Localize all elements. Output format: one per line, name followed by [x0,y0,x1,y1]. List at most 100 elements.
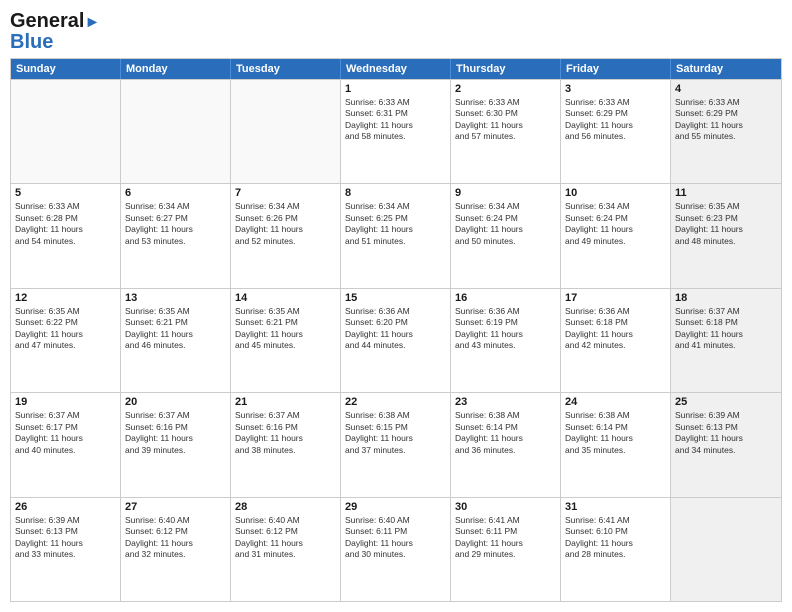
calendar-cell-13: 13 Sunrise: 6:35 AM Sunset: 6:21 PM Dayli… [121,289,231,392]
cell-info: Sunrise: 6:34 AM Sunset: 6:27 PM Dayligh… [125,201,226,247]
calendar-cell-3: 3 Sunrise: 6:33 AM Sunset: 6:29 PM Daylig… [561,80,671,183]
calendar-cell-9: 9 Sunrise: 6:34 AM Sunset: 6:24 PM Daylig… [451,184,561,287]
cell-info: Sunrise: 6:35 AM Sunset: 6:21 PM Dayligh… [235,306,336,352]
calendar-cell-29: 29 Sunrise: 6:40 AM Sunset: 6:11 PM Dayli… [341,498,451,601]
calendar-cell-2: 2 Sunrise: 6:33 AM Sunset: 6:30 PM Daylig… [451,80,561,183]
day-number: 11 [675,187,777,199]
calendar-cell-14: 14 Sunrise: 6:35 AM Sunset: 6:21 PM Dayli… [231,289,341,392]
cell-info: Sunrise: 6:38 AM Sunset: 6:14 PM Dayligh… [565,410,666,456]
calendar-cell-17: 17Sunrise: 6:36 AM Sunset: 6:18 PM Dayli… [561,289,671,392]
calendar-cell-15: 15 Sunrise: 6:36 AM Sunset: 6:20 PM Dayli… [341,289,451,392]
calendar-cell-30: 30 Sunrise: 6:41 AM Sunset: 6:11 PM Dayli… [451,498,561,601]
cell-info: Sunrise: 6:39 AM Sunset: 6:13 PM Dayligh… [675,410,777,456]
cell-info: Sunrise: 6:34 AM Sunset: 6:26 PM Dayligh… [235,201,336,247]
cell-info: Sunrise: 6:37 AM Sunset: 6:18 PM Dayligh… [675,306,777,352]
weekday-header-thursday: Thursday [451,59,561,79]
day-number: 6 [125,187,226,199]
weekday-header-sunday: Sunday [11,59,121,79]
weekday-header-tuesday: Tuesday [231,59,341,79]
day-number: 18 [675,292,777,304]
day-number: 21 [235,396,336,408]
calendar-cell-24: 24Sunrise: 6:38 AM Sunset: 6:14 PM Dayli… [561,393,671,496]
calendar-row-4: 26 Sunrise: 6:39 AM Sunset: 6:13 PM Dayli… [11,497,781,601]
day-number: 14 [235,292,336,304]
day-number: 26 [15,501,116,513]
calendar-cell-16: 16 Sunrise: 6:36 AM Sunset: 6:19 PM Dayli… [451,289,561,392]
logo: General► Blue [10,10,100,52]
calendar-cell-23: 23Sunrise: 6:38 AM Sunset: 6:14 PM Dayli… [451,393,561,496]
weekday-header-friday: Friday [561,59,671,79]
calendar-cell-empty-0-1 [121,80,231,183]
calendar-header: SundayMondayTuesdayWednesdayThursdayFrid… [11,59,781,79]
day-number: 15 [345,292,446,304]
cell-info: Sunrise: 6:34 AM Sunset: 6:24 PM Dayligh… [565,201,666,247]
day-number: 31 [565,501,666,513]
day-number: 17 [565,292,666,304]
day-number: 2 [455,83,556,95]
calendar-cell-10: 10 Sunrise: 6:34 AM Sunset: 6:24 PM Dayli… [561,184,671,287]
calendar-row-1: 5Sunrise: 6:33 AM Sunset: 6:28 PM Daylig… [11,183,781,287]
cell-info: Sunrise: 6:40 AM Sunset: 6:12 PM Dayligh… [125,515,226,561]
logo-blue: Blue [10,32,100,52]
cell-info: Sunrise: 6:41 AM Sunset: 6:10 PM Dayligh… [565,515,666,561]
calendar-cell-6: 6 Sunrise: 6:34 AM Sunset: 6:27 PM Daylig… [121,184,231,287]
cell-info: Sunrise: 6:33 AM Sunset: 6:31 PM Dayligh… [345,97,446,143]
calendar-cell-4: 4Sunrise: 6:33 AM Sunset: 6:29 PM Daylig… [671,80,781,183]
cell-info: Sunrise: 6:34 AM Sunset: 6:24 PM Dayligh… [455,201,556,247]
cell-info: Sunrise: 6:40 AM Sunset: 6:11 PM Dayligh… [345,515,446,561]
cell-info: Sunrise: 6:37 AM Sunset: 6:17 PM Dayligh… [15,410,116,456]
logo-general: General [10,10,84,32]
cell-info: Sunrise: 6:33 AM Sunset: 6:29 PM Dayligh… [565,97,666,143]
cell-info: Sunrise: 6:35 AM Sunset: 6:23 PM Dayligh… [675,201,777,247]
logo-arrow: ► [84,14,100,31]
calendar-cell-26: 26 Sunrise: 6:39 AM Sunset: 6:13 PM Dayli… [11,498,121,601]
day-number: 9 [455,187,556,199]
day-number: 3 [565,83,666,95]
calendar-cell-22: 22 Sunrise: 6:38 AM Sunset: 6:15 PM Dayli… [341,393,451,496]
cell-info: Sunrise: 6:38 AM Sunset: 6:14 PM Dayligh… [455,410,556,456]
cell-info: Sunrise: 6:35 AM Sunset: 6:21 PM Dayligh… [125,306,226,352]
day-number: 10 [565,187,666,199]
cell-info: Sunrise: 6:36 AM Sunset: 6:20 PM Dayligh… [345,306,446,352]
calendar-cell-5: 5Sunrise: 6:33 AM Sunset: 6:28 PM Daylig… [11,184,121,287]
cell-info: Sunrise: 6:36 AM Sunset: 6:19 PM Dayligh… [455,306,556,352]
day-number: 30 [455,501,556,513]
day-number: 13 [125,292,226,304]
calendar-cell-21: 21 Sunrise: 6:37 AM Sunset: 6:16 PM Dayli… [231,393,341,496]
cell-info: Sunrise: 6:33 AM Sunset: 6:30 PM Dayligh… [455,97,556,143]
calendar-cell-12: 12 Sunrise: 6:35 AM Sunset: 6:22 PM Dayli… [11,289,121,392]
day-number: 28 [235,501,336,513]
cell-info: Sunrise: 6:37 AM Sunset: 6:16 PM Dayligh… [125,410,226,456]
calendar-cell-19: 19 Sunrise: 6:37 AM Sunset: 6:17 PM Dayli… [11,393,121,496]
calendar-cell-20: 20 Sunrise: 6:37 AM Sunset: 6:16 PM Dayli… [121,393,231,496]
calendar-cell-31: 31 Sunrise: 6:41 AM Sunset: 6:10 PM Dayli… [561,498,671,601]
cell-info: Sunrise: 6:38 AM Sunset: 6:15 PM Dayligh… [345,410,446,456]
calendar-cell-empty-4-6 [671,498,781,601]
day-number: 1 [345,83,446,95]
calendar-row-3: 19 Sunrise: 6:37 AM Sunset: 6:17 PM Dayli… [11,392,781,496]
weekday-header-monday: Monday [121,59,231,79]
calendar-cell-7: 7 Sunrise: 6:34 AM Sunset: 6:26 PM Daylig… [231,184,341,287]
cell-info: Sunrise: 6:33 AM Sunset: 6:28 PM Dayligh… [15,201,116,247]
day-number: 16 [455,292,556,304]
calendar-cell-11: 11 Sunrise: 6:35 AM Sunset: 6:23 PM Dayli… [671,184,781,287]
day-number: 29 [345,501,446,513]
day-number: 12 [15,292,116,304]
calendar-cell-28: 28 Sunrise: 6:40 AM Sunset: 6:12 PM Dayli… [231,498,341,601]
calendar-cell-empty-0-2 [231,80,341,183]
cell-info: Sunrise: 6:41 AM Sunset: 6:11 PM Dayligh… [455,515,556,561]
calendar-row-0: 1 Sunrise: 6:33 AM Sunset: 6:31 PM Daylig… [11,79,781,183]
day-number: 22 [345,396,446,408]
cell-info: Sunrise: 6:40 AM Sunset: 6:12 PM Dayligh… [235,515,336,561]
day-number: 19 [15,396,116,408]
day-number: 7 [235,187,336,199]
calendar-cell-27: 27 Sunrise: 6:40 AM Sunset: 6:12 PM Dayli… [121,498,231,601]
cell-info: Sunrise: 6:39 AM Sunset: 6:13 PM Dayligh… [15,515,116,561]
day-number: 27 [125,501,226,513]
day-number: 8 [345,187,446,199]
day-number: 20 [125,396,226,408]
cell-info: Sunrise: 6:37 AM Sunset: 6:16 PM Dayligh… [235,410,336,456]
calendar-cell-empty-0-0 [11,80,121,183]
cell-info: Sunrise: 6:35 AM Sunset: 6:22 PM Dayligh… [15,306,116,352]
weekday-header-saturday: Saturday [671,59,781,79]
